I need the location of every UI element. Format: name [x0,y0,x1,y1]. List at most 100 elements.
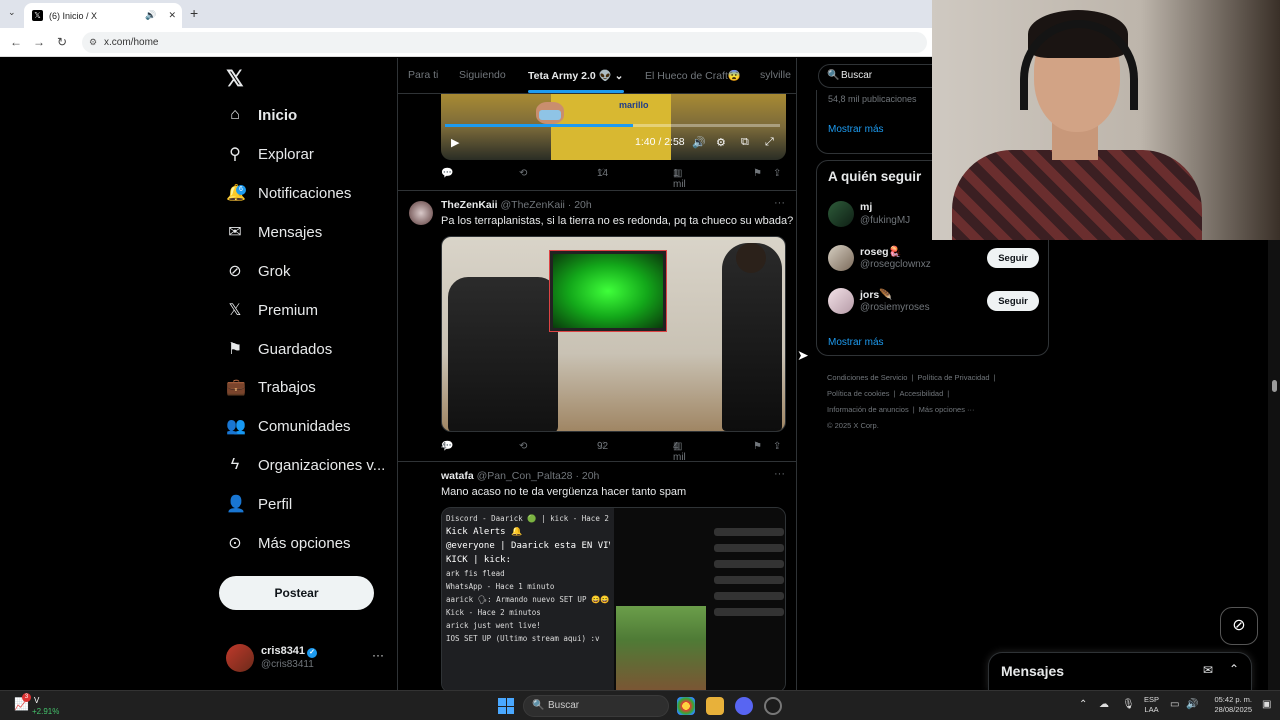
notifications-icon[interactable]: ▣ [1262,699,1271,710]
input-language[interactable]: ESP LAA [1144,695,1159,715]
scrollbar-thumb[interactable] [1272,380,1277,392]
tab-el-hueco-de-craft[interactable]: El Hueco de Craft😨 [645,69,741,82]
settings-gear-icon[interactable]: ⚙ [716,136,726,149]
play-icon[interactable]: ▶ [451,136,459,149]
sidebar-item-más-opciones[interactable]: ⊙ Más opciones [226,528,396,558]
tab-sylville[interactable]: sylville [760,69,791,81]
windows-start-icon[interactable] [498,698,514,714]
post-time[interactable]: · 20h [568,199,592,211]
sidebar-item-guardados[interactable]: ⚑ Guardados [226,334,396,364]
follow-button[interactable]: Seguir [987,291,1039,311]
post-image[interactable] [441,236,786,432]
file-explorer-icon[interactable] [706,697,724,715]
post-author-handle[interactable]: @Pan_Con_Palta28 [477,470,573,482]
system-clock[interactable]: 05:42 p. m. 28/08/2025 [1206,695,1252,715]
url-field[interactable]: ⚙ x.com/home [82,32,927,53]
video-progress-bar[interactable] [445,124,780,127]
widgets-button[interactable]: 📈 3 V +2.91% [12,693,72,719]
footer-link[interactable]: Política de cookies [827,389,890,398]
bookmark-icon[interactable]: ⚑ [753,168,762,179]
pip-icon[interactable]: ⧉ [741,136,749,149]
tab-siguiendo[interactable]: Siguiendo [459,69,506,81]
expand-chevron-icon[interactable]: ⌃ [1229,662,1239,676]
new-message-icon[interactable]: ✉ [1203,663,1213,677]
suggestion-name[interactable]: jors🪶 [860,288,892,301]
avatar[interactable] [828,245,854,271]
post-time[interactable]: · 20h [575,470,599,482]
sidebar-item-comunidades[interactable]: 👥 Comunidades [226,411,396,441]
x-logo-icon[interactable]: 𝕏 [226,66,244,92]
post-author-name[interactable]: watafa [441,470,474,482]
post-author-name[interactable]: TheZenKaii [441,199,498,211]
sidebar-item-perfil[interactable]: 👤 Perfil [226,489,396,519]
fullscreen-icon[interactable]: ⤢ [765,136,774,149]
post-button[interactable]: Postear [219,576,374,610]
sidebar-item-inicio[interactable]: ⌂ Inicio [226,100,396,130]
share-icon[interactable]: ⇪ [773,441,781,452]
more-dots-icon[interactable]: ··· [774,468,785,480]
post[interactable]: TheZenKaii @TheZenKaii · 20h ··· Pa los … [398,190,796,463]
page-scrollbar[interactable] [1268,240,1280,690]
volume-icon[interactable]: 🔊 [692,136,706,149]
tab-audio-icon[interactable]: 🔊 [145,10,156,21]
bookmark-icon[interactable]: ⚑ [753,441,762,452]
tab-teta-army[interactable]: Teta Army 2.0 👽 ⌄ [528,69,623,82]
forward-arrow-icon[interactable]: → [33,35,45,49]
footer-link[interactable]: Más opciones ··· [919,405,975,414]
show-more-link[interactable]: Mostrar más [828,337,884,348]
follow-suggestion[interactable]: jors🪶 @rosiemyroses Seguir [828,286,1043,318]
screenshot-x-page [614,508,785,690]
show-more-link[interactable]: Mostrar más [828,124,884,135]
sidebar-item-organizaciones-v[interactable]: ϟ Organizaciones v... [226,450,396,480]
sidebar-item-explorar[interactable]: ⚲ Explorar [226,139,396,169]
repost-icon[interactable]: ⟲ [519,168,527,179]
tab-para-ti[interactable]: Para ti [408,69,438,81]
messages-drawer[interactable]: Mensajes ✉ ⌃ [988,652,1252,690]
post-author-handle[interactable]: @TheZenKaii [501,199,565,211]
footer-link[interactable]: Accesibilidad [900,389,944,398]
sidebar-item-mensajes[interactable]: ✉ Mensajes [226,217,396,247]
suggestion-name[interactable]: roseg🪼 [860,245,902,258]
grok-fab-button[interactable]: ⊘ [1220,607,1258,645]
volume-icon[interactable]: 🔊 [1186,699,1198,710]
post[interactable]: watafa @Pan_Con_Palta28 · 20h ··· Mano a… [398,461,796,690]
taskbar-search[interactable]: 🔍 Buscar [523,695,669,717]
back-arrow-icon[interactable]: ← [10,35,22,49]
site-info-icon[interactable]: ⚙ [89,32,97,53]
post-image[interactable]: Discord - Daarick 🟢 | kick - Hace 2 minu… [441,507,786,690]
browser-tab-active[interactable]: 𝕏 (6) Inicio / X 🔊 ✕ [24,3,182,28]
sidebar-item-label: Comunidades [258,417,351,435]
tab-search-chevron-icon[interactable]: ⌄ [8,7,16,18]
share-icon[interactable]: ⇪ [773,168,781,179]
sidebar-item-premium[interactable]: 𝕏 Premium [226,295,396,325]
reply-icon[interactable]: 💬 [441,168,453,179]
footer-link[interactable]: Política de Privacidad [917,373,989,382]
follow-suggestion[interactable]: roseg🪼 @rosegclownxz Seguir [828,243,1043,275]
sidebar-item-notificaciones[interactable]: 🔔 6 Notificaciones [226,178,396,208]
avatar[interactable] [828,288,854,314]
obs-icon[interactable] [764,697,782,715]
footer-link[interactable]: © 2025 X Corp. [827,421,879,430]
new-tab-plus-icon[interactable]: + [190,5,198,21]
discord-icon[interactable] [735,697,753,715]
account-switcher[interactable]: cris8341 ✓ @cris83411 ··· [226,640,386,676]
video-player[interactable]: marillo [441,94,786,160]
avatar[interactable] [828,201,854,227]
suggestion-name[interactable]: mj [860,201,872,213]
reload-icon[interactable]: ↻ [57,35,67,49]
tray-chevron-up-icon[interactable]: ⌃ [1079,699,1087,710]
onedrive-cloud-icon[interactable]: ☁ [1099,699,1109,710]
tab-close-icon[interactable]: ✕ [168,10,176,21]
follow-button[interactable]: Seguir [987,248,1039,268]
chrome-icon[interactable] [677,697,695,715]
more-dots-icon[interactable]: ··· [774,197,785,209]
sidebar-item-grok[interactable]: ⊘ Grok [226,256,396,286]
more-dots-icon[interactable]: ··· [372,648,384,662]
sidebar-item-trabajos[interactable]: 💼 Trabajos [226,372,396,402]
avatar[interactable] [409,201,433,225]
repost-icon[interactable]: ⟲ [519,441,527,452]
footer-link[interactable]: Condiciones de Servicio [827,373,907,382]
monitor-icon[interactable]: ▭ [1170,699,1179,710]
footer-link[interactable]: Información de anuncios [827,405,909,414]
microphone-icon[interactable]: 🎙 [1122,699,1135,710]
